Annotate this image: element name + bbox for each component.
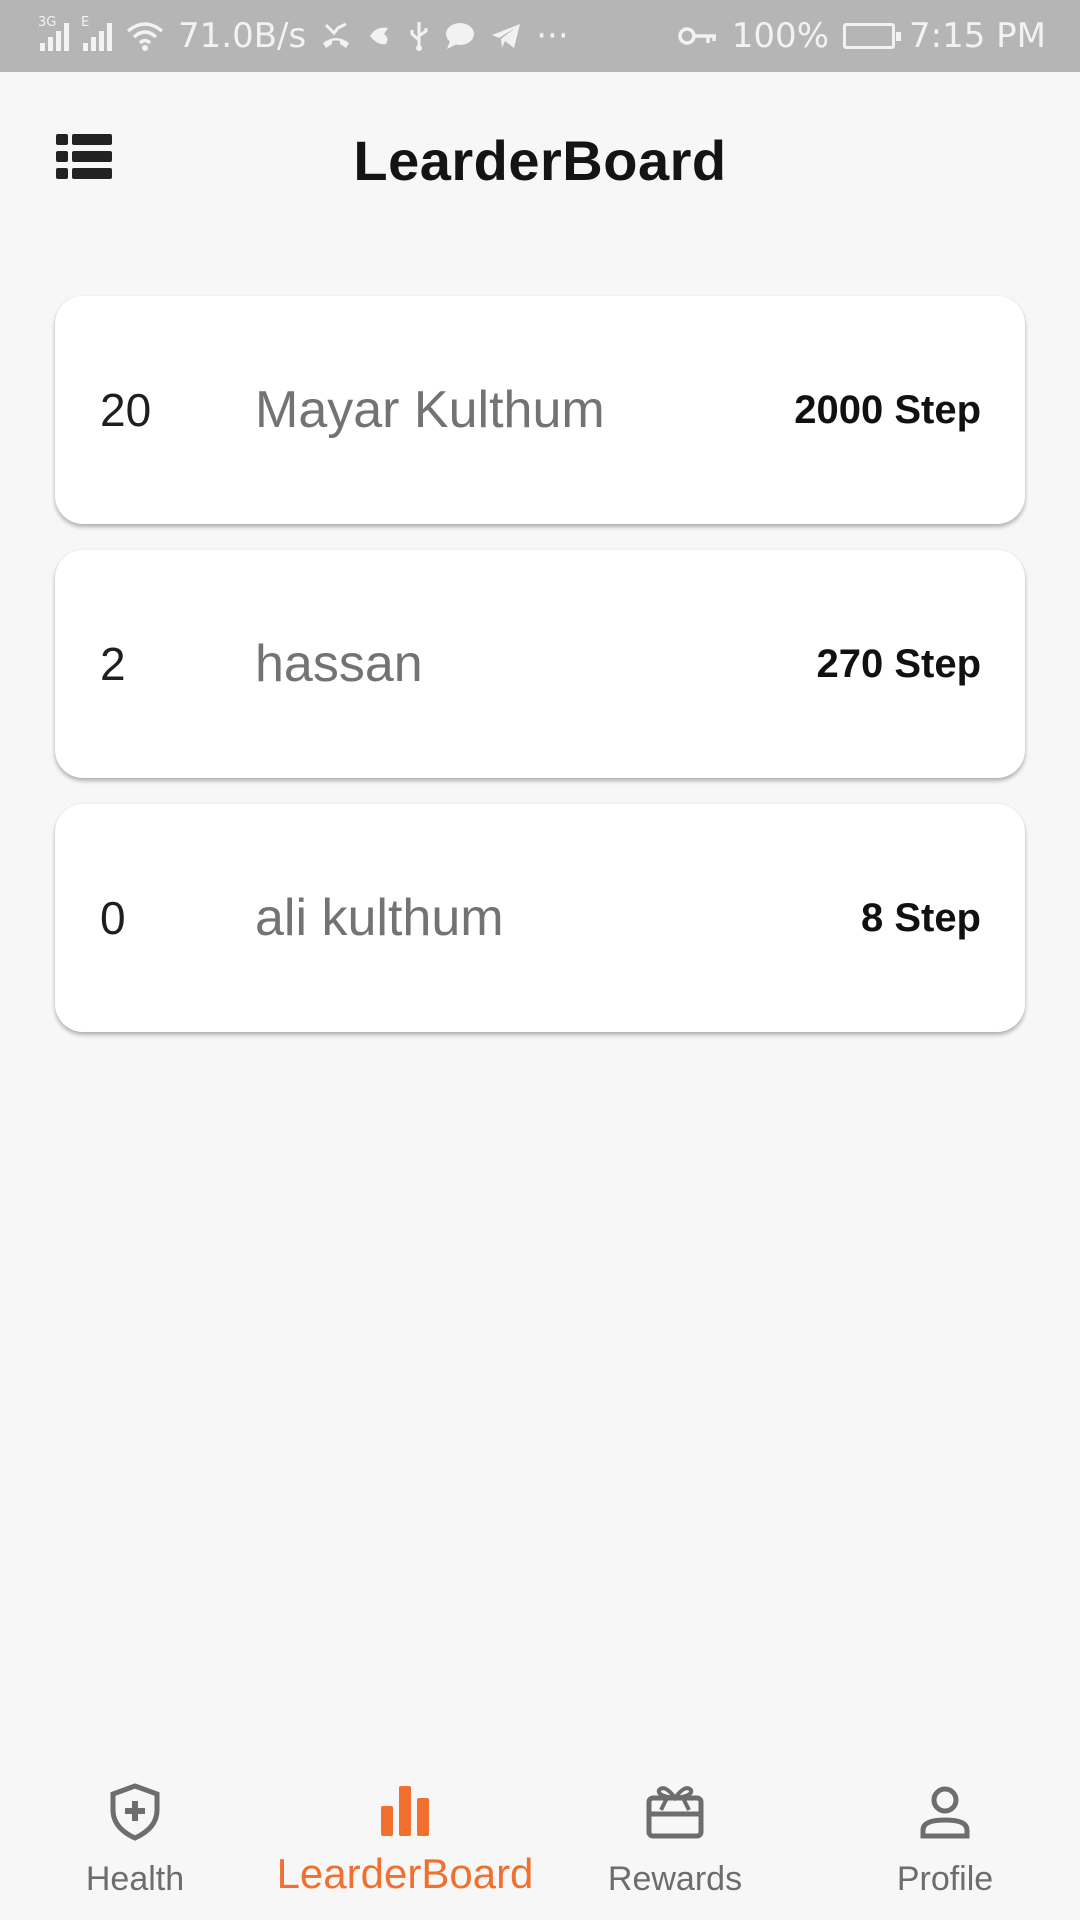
step-count: 270 Step xyxy=(816,642,981,686)
app-header: LearderBoard xyxy=(0,72,1080,242)
battery-icon xyxy=(843,23,901,49)
shield-plus-icon xyxy=(110,1783,160,1841)
leaderboard-card[interactable]: 0 ali kulthum 8 Step xyxy=(55,804,1025,1032)
signal-3g-icon: 3G xyxy=(38,15,69,51)
leaderboard-card[interactable]: 2 hassan 270 Step xyxy=(55,550,1025,778)
nav-rewards[interactable]: Rewards xyxy=(540,1752,810,1920)
chat-icon xyxy=(446,23,475,49)
leaderboard-card[interactable]: 20 Mayar Kulthum 2000 Step xyxy=(55,296,1025,524)
usb-icon xyxy=(410,22,428,51)
more-notifications: ··· xyxy=(536,16,569,56)
clock: 7:15 PM xyxy=(909,16,1046,56)
missed-call-icon xyxy=(323,22,350,48)
key-icon xyxy=(678,27,716,45)
rank-value: 0 xyxy=(100,892,126,944)
gift-icon xyxy=(646,1786,704,1839)
battery-percent: 100% xyxy=(731,16,829,56)
signal-e-icon: E xyxy=(81,15,112,51)
telegram-icon xyxy=(492,24,521,48)
leaderboard-list: 20 Mayar Kulthum 2000 Step 2 hassan 270 … xyxy=(55,296,1025,1058)
net-speed: 71.0B/s xyxy=(178,16,307,56)
bird-icon xyxy=(370,27,389,45)
user-name: ali kulthum xyxy=(255,889,504,947)
status-right: 100% 7:15 PM xyxy=(678,16,1046,56)
nav-health[interactable]: Health xyxy=(0,1752,270,1920)
nav-label: Health xyxy=(85,1860,185,1898)
bar-chart-icon xyxy=(381,1786,429,1836)
signal-e-tag: E xyxy=(81,15,90,30)
step-count: 8 Step xyxy=(860,896,981,940)
status-left: 3G E 71.0B/s ··· xyxy=(38,15,569,56)
nav-label: Rewards xyxy=(607,1860,743,1898)
user-name: hassan xyxy=(255,635,423,693)
nav-leaderboard[interactable]: LearderBoard xyxy=(270,1752,540,1920)
step-count: 2000 Step xyxy=(794,388,981,432)
page-title: LearderBoard xyxy=(353,129,727,192)
nav-profile[interactable]: Profile xyxy=(810,1752,1080,1920)
user-name: Mayar Kulthum xyxy=(255,381,605,439)
wifi-icon xyxy=(126,22,164,51)
person-icon xyxy=(920,1786,970,1839)
nav-label: Profile xyxy=(896,1860,994,1898)
rank-value: 2 xyxy=(100,638,126,690)
rank-value: 20 xyxy=(100,384,152,436)
signal-3g-tag: 3G xyxy=(38,15,57,30)
nav-label: LearderBoard xyxy=(276,1850,534,1897)
status-bar: 3G E 71.0B/s ··· 100% 7:15 PM xyxy=(0,0,1080,72)
bottom-nav: Health LearderBoard Rewards Profile xyxy=(0,1752,1080,1920)
